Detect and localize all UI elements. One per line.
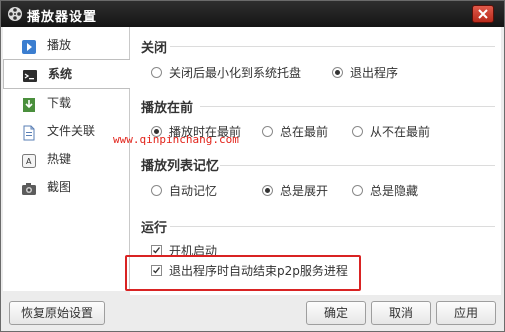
radio-indicator [352,185,363,196]
play-icon [21,37,37,54]
close-icon [478,9,488,19]
apply-button[interactable]: 应用 [436,301,496,325]
highlight-box [125,255,361,291]
radio-indicator [262,126,273,137]
sidebar-item-play[interactable]: 播放 [3,31,129,59]
section-divider [170,46,495,47]
radio-indicator [151,67,162,78]
camera-icon [21,179,37,195]
settings-sidebar: 播放 系统 下载 文件关联 A 热键 截图 [3,27,130,291]
radio-never-on-top[interactable]: 从不在最前 [352,124,430,140]
radio-always-expand[interactable]: 总是展开 [262,183,328,199]
radio-always-on-top[interactable]: 总在最前 [262,124,328,140]
radio-minimize-to-tray[interactable]: 关闭后最小化到系统托盘 [151,65,301,81]
radio-exit-program[interactable]: 退出程序 [332,65,398,81]
svg-text:A: A [26,157,32,166]
sidebar-item-label: 系统 [48,67,73,81]
sidebar-item-download[interactable]: 下载 [3,89,129,117]
radio-label: 关闭后最小化到系统托盘 [169,66,302,80]
radio-always-hide[interactable]: 总是隐藏 [352,183,418,199]
section-title-run: 运行 [141,221,168,236]
watermark-text: www.qinpinchang.com [113,133,239,146]
sidebar-item-file-association[interactable]: 文件关联 [3,117,129,145]
section-divider [220,165,495,166]
radio-label: 总在最前 [280,125,329,139]
radio-label: 从不在最前 [370,125,431,139]
sidebar-item-screenshot[interactable]: 截图 [3,173,129,201]
sidebar-item-system[interactable]: 系统 [3,59,130,89]
radio-indicator [332,67,343,78]
section-title-playlist-memory: 播放列表记忆 [141,159,220,174]
section-title-on-top: 播放在前 [141,101,194,116]
window-title: 播放器设置 [27,10,98,25]
sidebar-item-label: 文件关联 [47,124,96,138]
radio-indicator [352,126,363,137]
keyboard-key-icon: A [21,151,37,168]
dialog-footer: 恢复原始设置 确定 取消 应用 [1,295,504,331]
radio-label: 总是隐藏 [370,184,419,198]
ok-button[interactable]: 确定 [306,301,366,325]
settings-window: 播放器设置 播放 系统 下载 文件关联 A 热键 截图 关闭 关闭后最小化到系统… [0,0,505,332]
sidebar-item-label: 下载 [47,96,72,110]
restore-defaults-button[interactable]: 恢复原始设置 [9,301,105,325]
radio-label: 退出程序 [350,66,399,80]
radio-label: 总是展开 [280,184,329,198]
close-button[interactable] [472,5,494,23]
sidebar-item-label: 热键 [47,152,72,166]
sidebar-item-label: 截图 [47,180,72,194]
download-icon [21,95,37,112]
radio-indicator [262,185,273,196]
terminal-icon [22,66,38,82]
film-reel-icon [7,6,23,22]
cancel-button[interactable]: 取消 [371,301,431,325]
sidebar-item-hotkeys[interactable]: A 热键 [3,145,129,173]
section-divider [200,106,495,107]
radio-auto-remember[interactable]: 自动记忆 [151,183,217,199]
sidebar-item-label: 播放 [47,38,72,52]
checkmark-icon [153,247,161,254]
radio-indicator [151,185,162,196]
radio-label: 自动记忆 [169,184,218,198]
section-divider [170,226,495,227]
section-title-close: 关闭 [141,41,168,56]
title-bar[interactable]: 播放器设置 [1,1,504,27]
document-icon [21,123,37,141]
